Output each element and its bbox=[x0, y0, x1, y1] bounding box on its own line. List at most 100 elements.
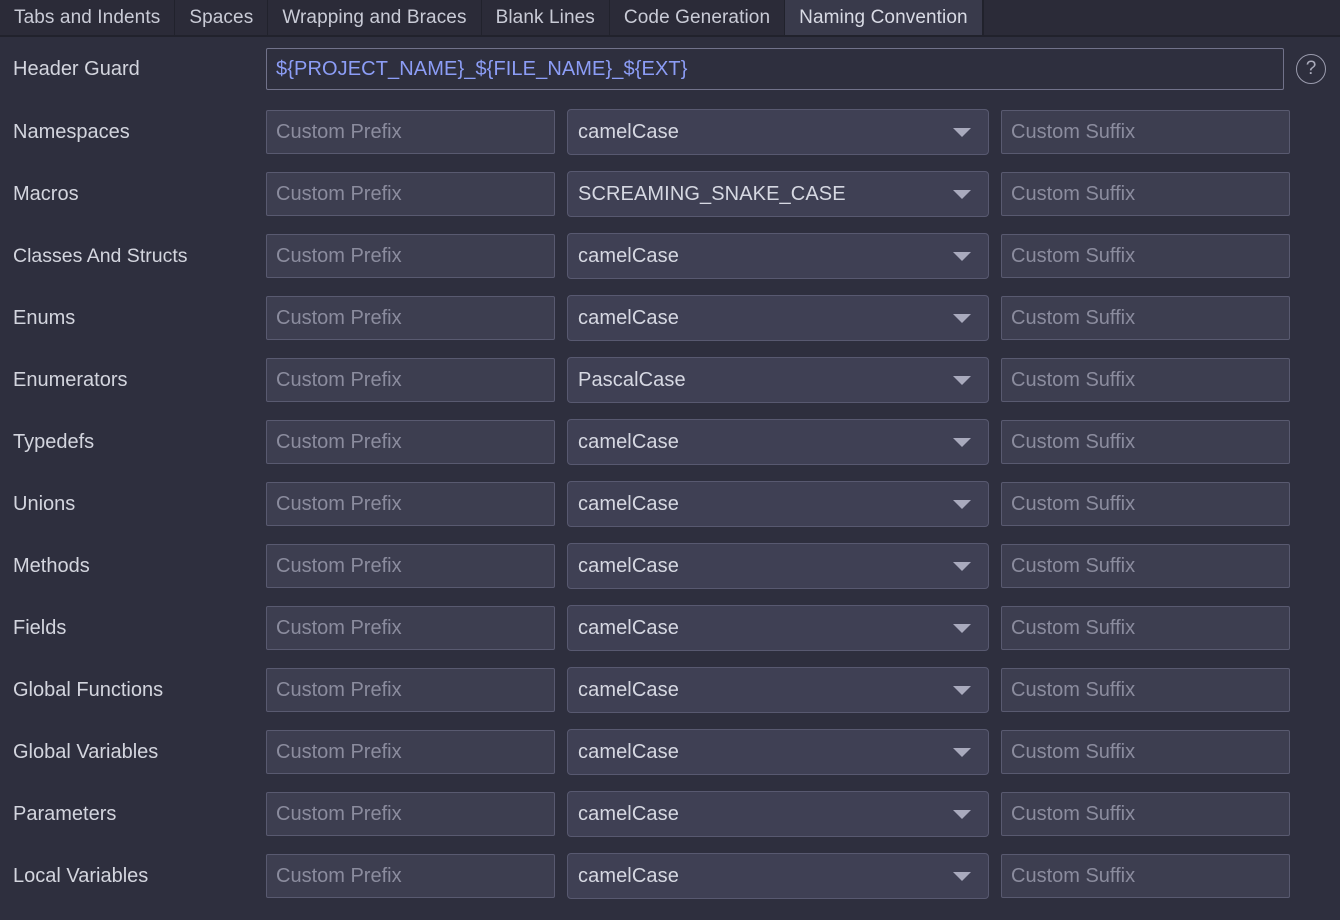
tab-label: Naming Convention bbox=[799, 7, 968, 29]
naming-case-value: camelCase bbox=[568, 307, 679, 330]
custom-suffix-input[interactable] bbox=[1001, 234, 1290, 278]
chevron-down-icon bbox=[953, 128, 971, 137]
custom-prefix-input[interactable] bbox=[266, 296, 555, 340]
naming-case-value: camelCase bbox=[568, 431, 679, 454]
naming-row-label: Global Variables bbox=[0, 741, 266, 764]
tab-blank-lines[interactable]: Blank Lines bbox=[482, 0, 610, 35]
custom-prefix-input[interactable] bbox=[266, 544, 555, 588]
naming-case-dropdown[interactable]: camelCase bbox=[567, 481, 989, 527]
naming-case-dropdown[interactable]: camelCase bbox=[567, 419, 989, 465]
naming-row-label: Parameters bbox=[0, 803, 266, 826]
naming-case-value: camelCase bbox=[568, 245, 679, 268]
tab-label: Tabs and Indents bbox=[14, 7, 160, 29]
tab-label: Spaces bbox=[189, 7, 253, 29]
naming-case-value: camelCase bbox=[568, 555, 679, 578]
chevron-down-icon bbox=[953, 748, 971, 757]
custom-suffix-input[interactable] bbox=[1001, 544, 1290, 588]
naming-row-label: Fields bbox=[0, 617, 266, 640]
naming-row-label: Classes And Structs bbox=[0, 245, 266, 268]
naming-case-value: camelCase bbox=[568, 493, 679, 516]
custom-prefix-input[interactable] bbox=[266, 172, 555, 216]
naming-case-dropdown[interactable]: camelCase bbox=[567, 791, 989, 837]
custom-prefix-input[interactable] bbox=[266, 606, 555, 650]
custom-suffix-input[interactable] bbox=[1001, 296, 1290, 340]
naming-row: Namespaces camelCase bbox=[0, 101, 1340, 163]
tab-label: Code Generation bbox=[624, 7, 770, 29]
naming-row: Macros SCREAMING_SNAKE_CASE bbox=[0, 163, 1340, 225]
naming-case-value: camelCase bbox=[568, 679, 679, 702]
naming-row-label: Namespaces bbox=[0, 121, 266, 144]
naming-case-value: camelCase bbox=[568, 741, 679, 764]
naming-case-dropdown[interactable]: SCREAMING_SNAKE_CASE bbox=[567, 171, 989, 217]
custom-suffix-input[interactable] bbox=[1001, 482, 1290, 526]
naming-case-value: SCREAMING_SNAKE_CASE bbox=[568, 183, 846, 206]
chevron-down-icon bbox=[953, 190, 971, 199]
naming-case-dropdown[interactable]: camelCase bbox=[567, 543, 989, 589]
naming-case-value: camelCase bbox=[568, 617, 679, 640]
naming-case-dropdown[interactable]: camelCase bbox=[567, 233, 989, 279]
tab-spaces[interactable]: Spaces bbox=[175, 0, 268, 35]
custom-suffix-input[interactable] bbox=[1001, 172, 1290, 216]
tab-list: Tabs and Indents Spaces Wrapping and Brace… bbox=[0, 0, 983, 35]
custom-suffix-input[interactable] bbox=[1001, 854, 1290, 898]
custom-prefix-input[interactable] bbox=[266, 668, 555, 712]
custom-suffix-input[interactable] bbox=[1001, 606, 1290, 650]
naming-row-label: Typedefs bbox=[0, 431, 266, 454]
naming-row: Fields camelCase bbox=[0, 597, 1340, 659]
naming-case-value: camelCase bbox=[568, 121, 679, 144]
custom-prefix-input[interactable] bbox=[266, 482, 555, 526]
chevron-down-icon bbox=[953, 376, 971, 385]
naming-row-label: Methods bbox=[0, 555, 266, 578]
custom-suffix-input[interactable] bbox=[1001, 358, 1290, 402]
chevron-down-icon bbox=[953, 314, 971, 323]
settings-tab-bar: Tabs and Indents Spaces Wrapping and Brace… bbox=[0, 0, 1340, 37]
chevron-down-icon bbox=[953, 810, 971, 819]
custom-suffix-input[interactable] bbox=[1001, 110, 1290, 154]
custom-prefix-input[interactable] bbox=[266, 854, 555, 898]
custom-prefix-input[interactable] bbox=[266, 792, 555, 836]
naming-case-value: camelCase bbox=[568, 865, 679, 888]
custom-suffix-input[interactable] bbox=[1001, 668, 1290, 712]
naming-row: Methods camelCase bbox=[0, 535, 1340, 597]
naming-row: Classes And Structs camelCase bbox=[0, 225, 1340, 287]
custom-prefix-input[interactable] bbox=[266, 420, 555, 464]
naming-case-dropdown[interactable]: camelCase bbox=[567, 853, 989, 899]
custom-prefix-input[interactable] bbox=[266, 234, 555, 278]
tab-wrapping-and-braces[interactable]: Wrapping and Braces bbox=[268, 0, 481, 35]
tab-label: Blank Lines bbox=[496, 7, 595, 29]
naming-case-dropdown[interactable]: camelCase bbox=[567, 605, 989, 651]
naming-case-value: camelCase bbox=[568, 803, 679, 826]
header-guard-label: Header Guard bbox=[0, 58, 266, 81]
naming-row-label: Enums bbox=[0, 307, 266, 330]
naming-row-label: Macros bbox=[0, 183, 266, 206]
tab-code-generation[interactable]: Code Generation bbox=[610, 0, 785, 35]
chevron-down-icon bbox=[953, 624, 971, 633]
naming-case-dropdown[interactable]: camelCase bbox=[567, 109, 989, 155]
custom-prefix-input[interactable] bbox=[266, 730, 555, 774]
custom-suffix-input[interactable] bbox=[1001, 420, 1290, 464]
custom-suffix-input[interactable] bbox=[1001, 792, 1290, 836]
chevron-down-icon bbox=[953, 252, 971, 261]
custom-suffix-input[interactable] bbox=[1001, 730, 1290, 774]
chevron-down-icon bbox=[953, 438, 971, 447]
naming-case-dropdown[interactable]: PascalCase bbox=[567, 357, 989, 403]
chevron-down-icon bbox=[953, 500, 971, 509]
naming-row-label: Enumerators bbox=[0, 369, 266, 392]
header-guard-input[interactable] bbox=[266, 48, 1284, 90]
custom-prefix-input[interactable] bbox=[266, 110, 555, 154]
naming-row: Typedefs camelCase bbox=[0, 411, 1340, 473]
naming-row: Enums camelCase bbox=[0, 287, 1340, 349]
naming-row: UnionscamelCase bbox=[0, 473, 1340, 535]
tab-tabs-and-indents[interactable]: Tabs and Indents bbox=[0, 0, 175, 35]
tab-naming-convention[interactable]: Naming Convention bbox=[785, 0, 983, 35]
chevron-down-icon bbox=[953, 562, 971, 571]
chevron-down-icon bbox=[953, 686, 971, 695]
naming-convention-panel: Header Guard ? Namespaces camelCase Macros… bbox=[0, 37, 1340, 918]
naming-row-label: Local Variables bbox=[0, 865, 266, 888]
naming-case-dropdown[interactable]: camelCase bbox=[567, 667, 989, 713]
naming-case-dropdown[interactable]: camelCase bbox=[567, 295, 989, 341]
help-icon[interactable]: ? bbox=[1296, 54, 1326, 84]
tab-label: Wrapping and Braces bbox=[282, 7, 466, 29]
naming-case-dropdown[interactable]: camelCase bbox=[567, 729, 989, 775]
custom-prefix-input[interactable] bbox=[266, 358, 555, 402]
